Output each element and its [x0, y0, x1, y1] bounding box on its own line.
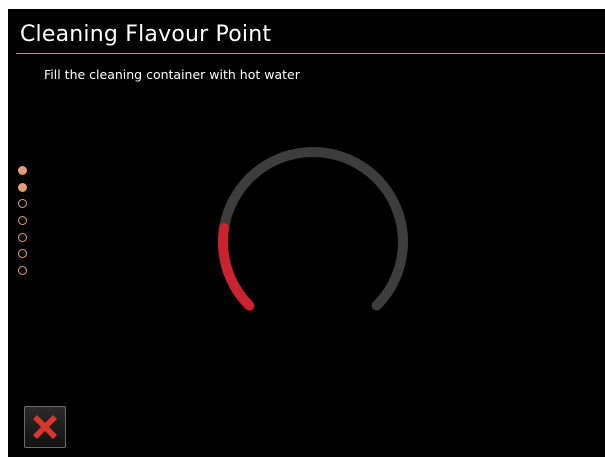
step-dot: [18, 199, 27, 209]
page-title: Cleaning Flavour Point: [20, 22, 272, 47]
step-dot: [18, 266, 27, 276]
step-dot: [18, 232, 27, 242]
close-icon: [33, 415, 57, 439]
step-dot: [18, 216, 27, 226]
gauge-fill: [218, 222, 255, 311]
title-divider: [16, 53, 605, 54]
gauge-track: [218, 147, 408, 311]
step-dot: [18, 166, 27, 175]
step-indicator: [18, 166, 30, 283]
step-dot: [18, 249, 27, 259]
step-dot: [18, 182, 27, 192]
instruction-text: Fill the cleaning container with hot wat…: [44, 67, 300, 82]
progress-gauge: [218, 147, 408, 311]
cleaning-screen: Cleaning Flavour Point Fill the cleaning…: [8, 9, 605, 457]
cancel-button[interactable]: [24, 406, 66, 448]
